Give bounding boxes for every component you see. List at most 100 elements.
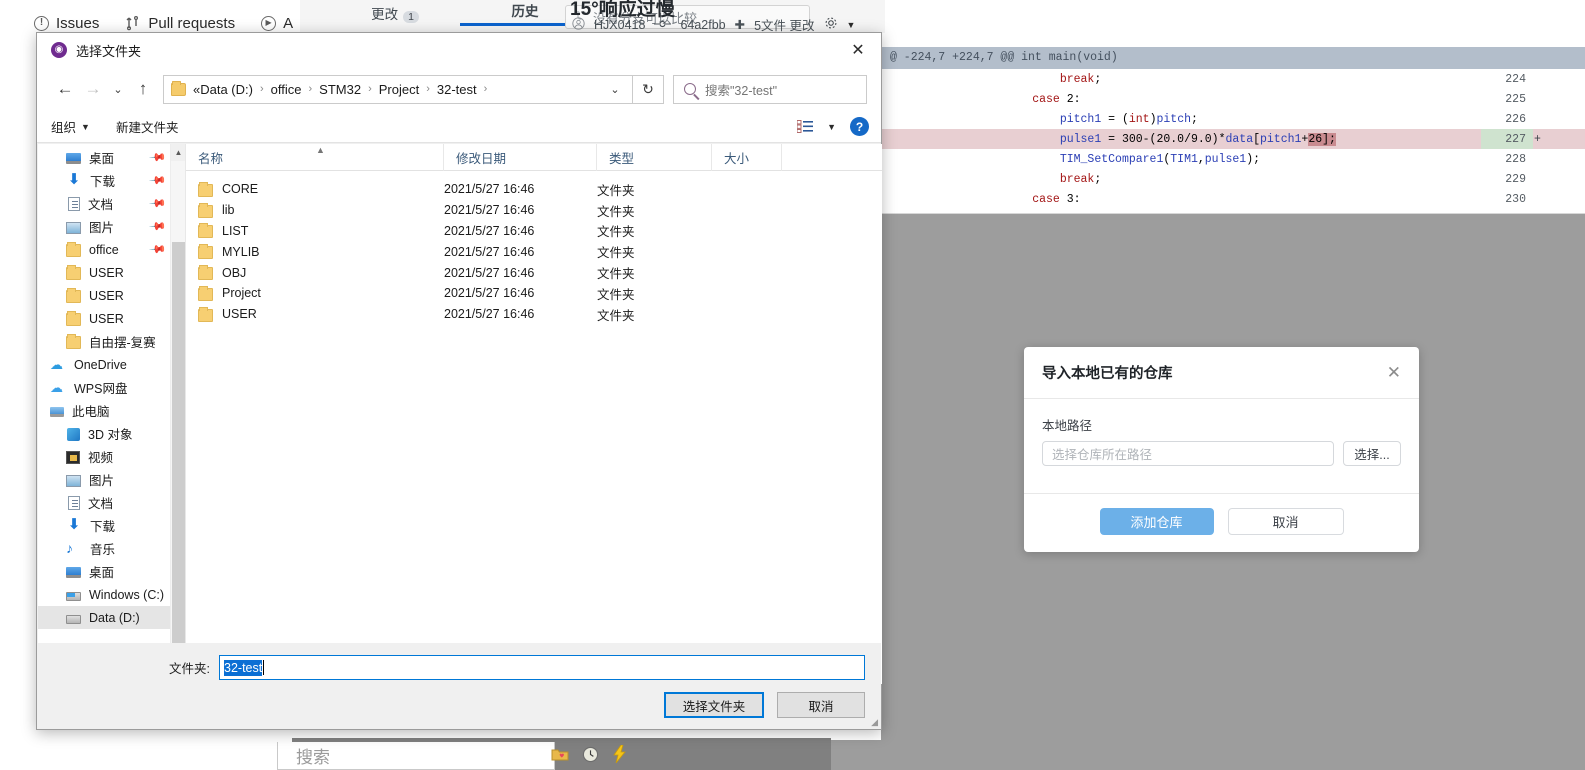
close-icon[interactable]: ✕ — [835, 33, 881, 67]
sidebar-item-label: 桌面 — [89, 566, 115, 580]
recent-locations-button[interactable]: ⌄ — [107, 75, 129, 103]
file-name-label: CORE — [222, 182, 259, 197]
nav-item-actions[interactable]: ▶ A — [261, 15, 293, 32]
diff-line-number: 228 — [1505, 152, 1526, 166]
refresh-button[interactable]: ↻ — [633, 74, 664, 104]
cancel-import-button[interactable]: 取消 — [1227, 508, 1344, 535]
scroll-up-icon[interactable]: ▲ — [171, 144, 185, 161]
search-input[interactable]: 搜索"32-test" — [673, 74, 867, 104]
footer-button-row: 选择文件夹 取消 — [37, 680, 881, 718]
scrollbar-thumb[interactable] — [172, 242, 185, 672]
diff-line-number: 226 — [1505, 112, 1526, 126]
table-row[interactable]: lib 2021/5/27 16:46 文件夹 — [186, 200, 882, 221]
table-row[interactable]: MYLIB 2021/5/27 16:46 文件夹 — [186, 241, 882, 262]
sidebar-item-19[interactable]: Windows (C:) — [38, 583, 171, 606]
sidebar-item-1[interactable]: ⬇ 下载 📌 — [38, 169, 171, 192]
select-folder-button[interactable]: 选择文件夹 — [664, 692, 764, 718]
forward-button[interactable]: → — [79, 75, 107, 103]
organize-button[interactable]: 组织 ▼ — [51, 117, 90, 136]
address-bar[interactable]: « Data (D:) › office › STM32 › Project › 32-test… — [163, 74, 633, 104]
chevron-down-icon[interactable]: ▼ — [827, 122, 836, 132]
app-logo-icon: ◉ — [51, 42, 67, 58]
sidebar-item-3[interactable]: 图片 📌 — [38, 215, 171, 238]
up-button[interactable]: ↑ — [129, 75, 157, 103]
sidebar-item-18[interactable]: 桌面 — [38, 560, 171, 583]
commandbar-right-group: ▼ ? — [796, 117, 869, 136]
folder-icon — [66, 334, 81, 349]
breadcrumb-item[interactable]: 32-test — [437, 82, 477, 97]
resize-grip-icon[interactable]: ◢ — [871, 717, 878, 728]
sidebar-item-11[interactable]: 此电脑 — [38, 399, 171, 422]
breadcrumb-overflow[interactable]: « — [193, 82, 200, 97]
sidebar-item-6[interactable]: USER — [38, 284, 171, 307]
lightning-icon[interactable] — [610, 744, 630, 764]
sidebar-item-10[interactable]: ☁ WPS网盘 — [38, 376, 171, 399]
sidebar-item-label: 桌面 — [89, 152, 115, 166]
sidebar-item-12[interactable]: 3D 对象 — [38, 422, 171, 445]
nav-item-pull-requests[interactable]: Pull requests — [125, 15, 235, 32]
file-date-cell: 2021/5/27 16:46 — [444, 286, 535, 301]
sidebar-item-16[interactable]: ⬇ 下载 — [38, 514, 171, 537]
breadcrumb-item[interactable]: office — [271, 82, 302, 97]
sidebar-item-2[interactable]: 文档 📌 — [38, 192, 171, 215]
new-folder-button[interactable]: 新建文件夹 — [116, 117, 179, 136]
close-icon[interactable]: ✕ — [1387, 364, 1401, 381]
chevron-down-icon[interactable]: ▼ — [847, 20, 856, 30]
back-button[interactable]: ← — [51, 75, 79, 103]
file-name-cell: CORE — [186, 181, 444, 197]
breadcrumb-item[interactable]: STM32 — [319, 82, 361, 97]
choose-path-button[interactable]: 选择... — [1343, 441, 1401, 466]
folder-name-input[interactable]: 32-test — [219, 655, 865, 680]
folder-picker-titlebar: ◉ 选择文件夹 ✕ — [37, 33, 881, 67]
table-row[interactable]: CORE 2021/5/27 16:46 文件夹 — [186, 179, 882, 200]
navigation-scrollbar[interactable]: ▲ ▼ — [170, 144, 185, 684]
sidebar-item-17[interactable]: ♪ 音乐 — [38, 537, 171, 560]
pin-icon[interactable]: 📌 — [149, 194, 168, 213]
taskbar-search-input[interactable]: 搜索 — [277, 742, 555, 770]
sidebar-item-13[interactable]: 视频 — [38, 445, 171, 468]
sidebar-item-20[interactable]: Data (D:) — [38, 606, 171, 629]
download-icon: ⬇ — [67, 516, 81, 533]
screen-root: ! Issues Pull requests ▶ A 更改 1 历史 没有分支可… — [0, 0, 1585, 770]
folder-icon — [198, 223, 213, 239]
pin-icon[interactable]: 📌 — [149, 240, 168, 259]
local-path-input[interactable]: 选择仓库所在路径 — [1042, 441, 1334, 466]
breadcrumb-item[interactable]: Project — [379, 82, 419, 97]
sidebar-item-4[interactable]: office 📌 — [38, 238, 171, 261]
cancel-button[interactable]: 取消 — [777, 692, 865, 718]
diff-line: break; 229 — [881, 169, 1585, 189]
help-button[interactable]: ? — [850, 117, 869, 136]
sidebar-item-5[interactable]: USER — [38, 261, 171, 284]
clock-icon[interactable] — [580, 744, 600, 764]
sidebar-item-8[interactable]: 自由摆-复赛 — [38, 330, 171, 353]
pin-icon[interactable]: 📌 — [149, 217, 168, 236]
table-row[interactable]: OBJ 2021/5/27 16:46 文件夹 — [186, 262, 882, 283]
table-row[interactable]: Project 2021/5/27 16:46 文件夹 — [186, 283, 882, 304]
heart-folder-icon[interactable] — [550, 744, 570, 764]
pin-icon[interactable]: 📌 — [149, 148, 168, 167]
chevron-down-icon[interactable]: ⌄ — [604, 76, 626, 103]
breadcrumb-item[interactable]: Data (D:) — [200, 82, 253, 97]
onedrive-icon: ☁ — [50, 357, 63, 372]
sidebar-item-15[interactable]: 文档 — [38, 491, 171, 514]
view-mode-icon[interactable] — [796, 120, 814, 133]
sidebar-item-0[interactable]: 桌面 📌 — [38, 146, 171, 169]
gear-icon[interactable] — [824, 16, 838, 33]
sidebar-item-7[interactable]: USER — [38, 307, 171, 330]
diff-line-number: 227 — [1505, 132, 1526, 146]
sidebar-item-label: OneDrive — [74, 357, 127, 372]
table-row[interactable]: USER 2021/5/27 16:46 文件夹 — [186, 304, 882, 325]
column-header-0[interactable]: 名称 — [186, 143, 444, 171]
diff-line-code: break; — [1059, 172, 1102, 186]
tab-changes[interactable]: 更改 1 — [330, 0, 460, 26]
column-header-2[interactable]: 类型 — [597, 143, 712, 171]
table-row[interactable]: LIST 2021/5/27 16:46 文件夹 — [186, 221, 882, 242]
sidebar-item-9[interactable]: ☁ OneDrive — [38, 353, 171, 376]
file-list-rows: CORE 2021/5/27 16:46 文件夹 lib 2021/5/27 16:46… — [186, 171, 882, 325]
column-header-1[interactable]: 修改日期 — [444, 143, 597, 171]
pin-icon[interactable]: 📌 — [149, 171, 168, 190]
sidebar-item-14[interactable]: 图片 — [38, 468, 171, 491]
column-header-3[interactable]: 大小 — [712, 143, 782, 171]
nav-item-issues[interactable]: ! Issues — [34, 15, 99, 32]
add-repository-button[interactable]: 添加仓库 — [1099, 508, 1214, 535]
